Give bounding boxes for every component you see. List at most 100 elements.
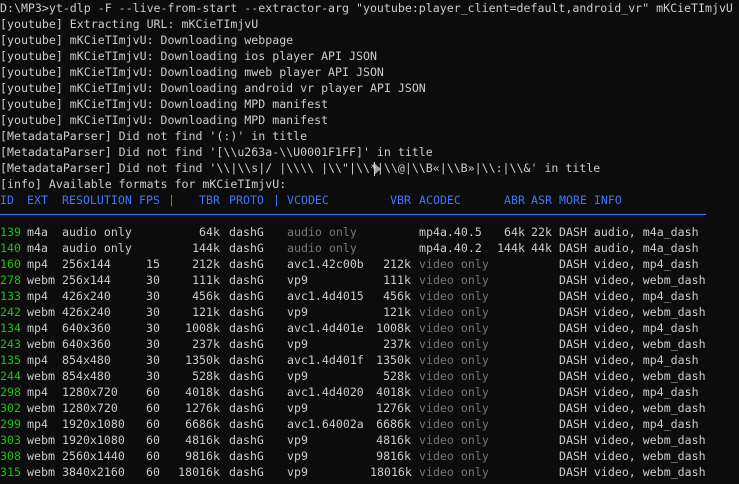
cell-ext: webm: [27, 305, 55, 319]
cell-resolution: 3840x2160: [62, 465, 125, 479]
cell-vcodec: audio only: [287, 225, 357, 239]
cell-more-info: DASH video, webm_dash: [559, 433, 706, 447]
cell-fps: 60: [146, 465, 160, 479]
cell-tbr: 121k: [192, 305, 220, 319]
cell-acodec: video only: [419, 305, 489, 319]
cell-vcodec: avc1.4d4020: [287, 385, 364, 399]
cell-ext: m4a: [27, 241, 48, 255]
cell-ext: mp4: [27, 257, 48, 271]
cell-vbr: 6686k: [376, 417, 411, 431]
cell-proto: dashG: [229, 273, 264, 287]
table-row: 242 webm 426x240 30 121k dashG vp9 121k video on…: [0, 304, 739, 320]
cell-ext: webm: [27, 449, 55, 463]
cell-proto: dashG: [229, 321, 264, 335]
table-row: 308 webm 2560x1440 60 9816k dashG vp9 9816k vide…: [0, 448, 739, 464]
cell-ext: webm: [27, 465, 55, 479]
table-row: 139 m4a audio only 64k dashG audio only mp4a.4…: [0, 224, 739, 240]
cell-fps: 15: [146, 257, 160, 271]
cell-more-info: DASH video, mp4_dash: [559, 385, 699, 399]
cell-vbr: 4018k: [376, 385, 411, 399]
cell-resolution: 1920x1080: [62, 417, 125, 431]
cell-tbr: 1276k: [185, 401, 220, 415]
cell-vcodec: avc1.64002a: [287, 417, 364, 431]
header-divider: [0, 214, 706, 215]
log-line: [youtube] mKCieTImjvU: Downloading ios p…: [0, 49, 377, 63]
log-line: [youtube] mKCieTImjvU: Downloading MPD m…: [0, 113, 329, 127]
cell-more-info: DASH video, webm_dash: [559, 465, 706, 479]
cell-vcodec: avc1.42c00b: [287, 257, 364, 271]
cell-more-info: DASH video, webm_dash: [559, 449, 706, 463]
cell-proto: dashG: [229, 449, 264, 463]
cell-acodec: video only: [419, 353, 489, 367]
header-more-info: MORE INFO: [559, 193, 622, 207]
cell-id: 244: [0, 369, 21, 383]
log-line: [MetadataParser] Did not find '\\|\\s|/ …: [0, 161, 601, 175]
cell-tbr: 4018k: [185, 385, 220, 399]
cell-vbr: 456k: [383, 289, 411, 303]
cell-acodec: video only: [419, 433, 489, 447]
cell-proto: dashG: [229, 417, 264, 431]
cell-ext: webm: [27, 433, 55, 447]
cell-fps: 30: [146, 289, 160, 303]
cell-proto: dashG: [229, 465, 264, 479]
header-abr: ABR: [504, 193, 525, 207]
cell-fps: 60: [146, 385, 160, 399]
table-row: 134 mp4 640x360 30 1008k dashG avc1.4d401e 1008…: [0, 320, 739, 336]
cell-resolution: audio only: [62, 225, 132, 239]
cell-tbr: 111k: [192, 273, 220, 287]
cell-tbr: 4816k: [185, 433, 220, 447]
table-row: 243 webm 640x360 30 237k dashG vp9 237k video on…: [0, 336, 739, 352]
cell-resolution: 854x480: [62, 353, 111, 367]
log-line: [youtube] mKCieTImjvU: Downloading MPD m…: [0, 97, 329, 111]
cell-more-info: DASH audio, m4a_dash: [559, 241, 699, 255]
cell-more-info: DASH video, mp4_dash: [559, 257, 699, 271]
cell-resolution: 2560x1440: [62, 449, 125, 463]
cell-vcodec: avc1.4d4015: [287, 289, 364, 303]
cell-fps: 30: [146, 337, 160, 351]
command-line: D:\MP3>yt-dlp -F --live-from-start --ext…: [0, 1, 733, 15]
cell-resolution: audio only: [62, 241, 132, 255]
cell-resolution: 854x480: [62, 369, 111, 383]
cell-ext: webm: [27, 369, 55, 383]
cell-fps: 30: [146, 369, 160, 383]
cell-vbr: 1008k: [376, 321, 411, 335]
cell-id: 135: [0, 353, 21, 367]
cell-ext: mp4: [27, 385, 48, 399]
header-asr: ASR: [531, 193, 552, 207]
cell-acodec: mp4a.40.2: [419, 241, 482, 255]
table-row: 244 webm 854x480 30 528k dashG vp9 528k video on…: [0, 368, 739, 384]
cell-abr: 64k: [504, 225, 525, 239]
cell-proto: dashG: [229, 337, 264, 351]
cell-ext: webm: [27, 337, 55, 351]
cell-more-info: DASH video, webm_dash: [559, 305, 706, 319]
cell-more-info: DASH video, webm_dash: [559, 369, 706, 383]
cell-vcodec: vp9: [287, 433, 308, 447]
cell-id: 308: [0, 449, 21, 463]
cell-vcodec: vp9: [287, 449, 308, 463]
cell-acodec: video only: [419, 385, 489, 399]
cell-fps: 30: [146, 353, 160, 367]
cell-vbr: 121k: [383, 305, 411, 319]
cell-resolution: 426x240: [62, 289, 111, 303]
cell-id: 242: [0, 305, 21, 319]
cell-more-info: DASH video, mp4_dash: [559, 289, 699, 303]
cell-abr: 144k: [497, 241, 525, 255]
cell-acodec: video only: [419, 449, 489, 463]
cell-vcodec: vp9: [287, 401, 308, 415]
header-acodec: ACODEC: [419, 193, 461, 207]
cell-id: 160: [0, 257, 21, 271]
cell-tbr: 18016k: [178, 465, 220, 479]
cell-proto: dashG: [229, 257, 264, 271]
cell-id: 298: [0, 385, 21, 399]
cell-resolution: 640x360: [62, 337, 111, 351]
header-vbr: VBR: [390, 193, 411, 207]
cell-more-info: DASH video, webm_dash: [559, 337, 706, 351]
table-row: 298 mp4 1280x720 60 4018k dashG avc1.4d4020 401…: [0, 384, 739, 400]
cell-acodec: video only: [419, 257, 489, 271]
cell-id: 243: [0, 337, 21, 351]
terminal-window[interactable]: D:\MP3>yt-dlp -F --live-from-start --ext…: [0, 0, 739, 484]
log-line: [info] Available formats for mKCieTImjvU…: [0, 177, 287, 191]
cell-acodec: video only: [419, 401, 489, 415]
cell-tbr: 456k: [192, 289, 220, 303]
cell-id: 140: [0, 241, 21, 255]
